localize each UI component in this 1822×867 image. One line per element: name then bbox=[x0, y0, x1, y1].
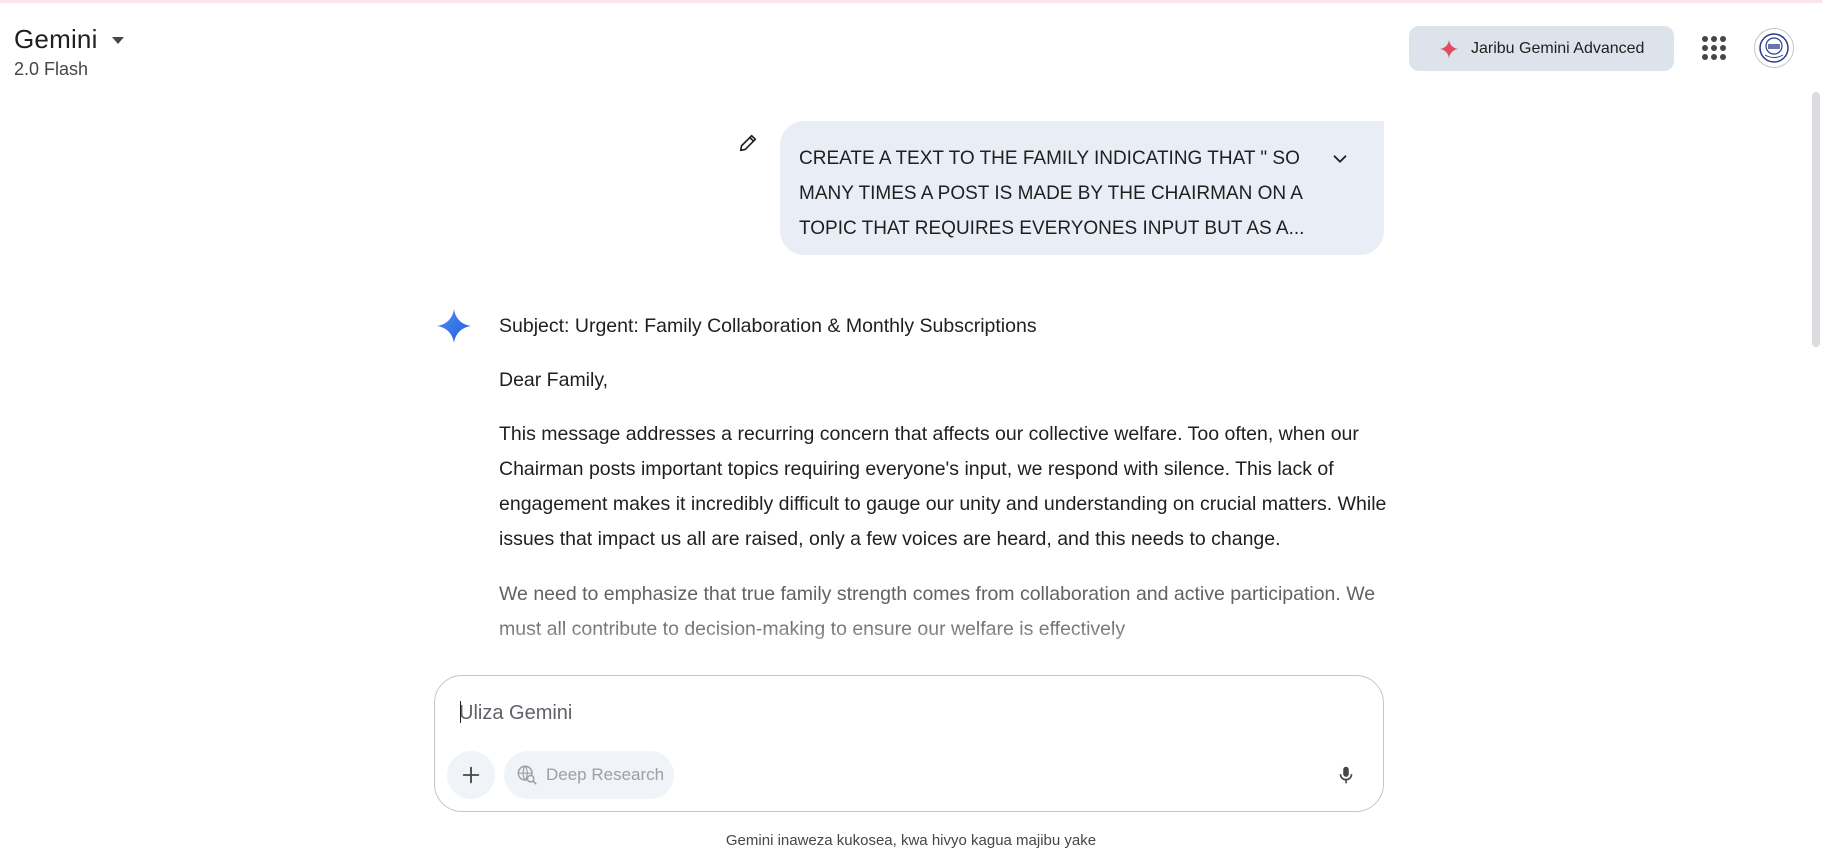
top-header: Gemini 2.0 Flash Jaribu Gemini Advanced bbox=[0, 0, 1822, 90]
pencil-icon[interactable] bbox=[737, 132, 759, 154]
response-paragraph: This message addresses a recurring conce… bbox=[499, 423, 1387, 550]
avatar[interactable] bbox=[1754, 28, 1794, 68]
caret-down-icon[interactable] bbox=[111, 37, 124, 44]
app-title: Gemini bbox=[14, 24, 98, 54]
response-subject: Subject: Urgent: Family Collaboration & … bbox=[499, 315, 1037, 337]
chevron-down-icon[interactable] bbox=[1329, 148, 1351, 170]
avatar-logo-icon bbox=[1759, 33, 1789, 63]
response-fade-overlay bbox=[430, 620, 1400, 675]
model-switcher-row[interactable]: Gemini bbox=[14, 24, 124, 55]
response-greeting: Dear Family, bbox=[499, 369, 609, 391]
scrollbar-thumb[interactable] bbox=[1812, 92, 1820, 347]
user-prompt-text: CREATE A TEXT TO THE FAMILY INDICATING T… bbox=[799, 148, 1305, 239]
apps-grid-icon[interactable] bbox=[1702, 36, 1726, 60]
model-name: 2.0 Flash bbox=[14, 59, 89, 79]
user-message-bubble: CREATE A TEXT TO THE FAMILY INDICATING T… bbox=[780, 121, 1384, 255]
model-switcher[interactable]: Gemini 2.0 Flash bbox=[14, 24, 124, 80]
disclaimer-text: Gemini inaweza kukosea, kwa hivyo kagua … bbox=[725, 832, 1097, 849]
gemini-spark-icon bbox=[1439, 39, 1459, 58]
deep-research-label: Deep Research bbox=[546, 765, 665, 784]
try-gemini-advanced-button[interactable]: Jaribu Gemini Advanced bbox=[1409, 26, 1674, 71]
try-gemini-advanced-label: Jaribu Gemini Advanced bbox=[1471, 39, 1645, 57]
mic-icon[interactable] bbox=[1335, 764, 1357, 786]
model-response: Subject: Urgent: Family Collaboration & … bbox=[499, 309, 1389, 667]
globe-search-icon bbox=[517, 765, 537, 785]
text-cursor bbox=[460, 701, 461, 723]
plus-icon bbox=[462, 766, 480, 784]
gemini-spark-icon bbox=[436, 308, 472, 344]
deep-research-button[interactable]: Deep Research bbox=[504, 751, 674, 799]
prompt-composer: Deep Research bbox=[434, 675, 1384, 812]
prompt-input[interactable] bbox=[459, 698, 1259, 728]
add-attachment-button[interactable] bbox=[447, 751, 495, 799]
